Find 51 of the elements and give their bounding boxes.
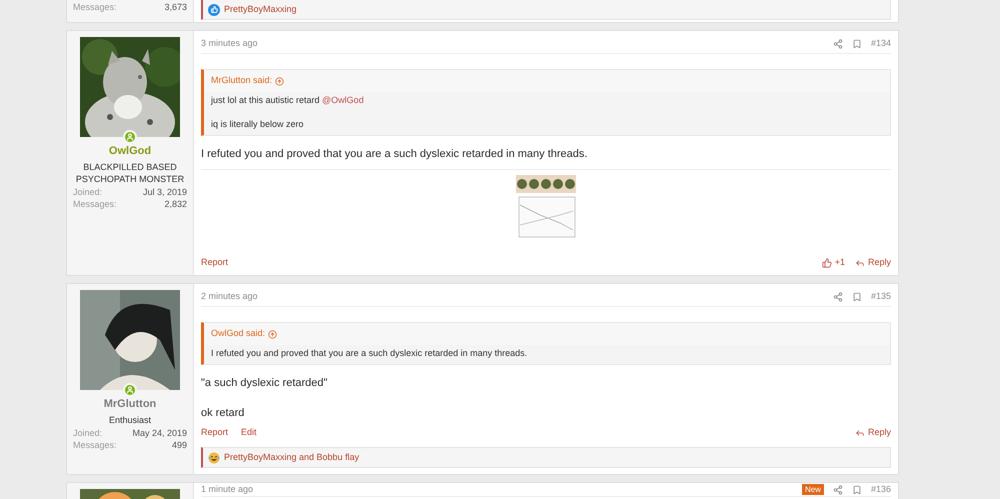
user-title: BLACKPILLED BASED PSYCHOPATH MONSTER [74,160,186,184]
quote-text: iq is literally below zero [211,118,305,131]
post-time[interactable]: 2 minutes ago [201,290,258,304]
post-number[interactable]: #136 [870,482,891,496]
stat-value: 3,673 [164,1,187,13]
bookmark-icon[interactable] [852,484,862,494]
post-time[interactable]: 3 minutes ago [201,36,258,50]
reply-button[interactable]: Reply [854,426,891,440]
stat-label: Messages: [73,438,117,450]
user-title: Enthusiast [108,414,152,426]
username[interactable]: OwlGod [108,143,152,160]
quote-author-link[interactable]: OwlGod said: [211,327,266,341]
new-badge: New [802,484,824,495]
thumbs-up-icon [822,258,832,268]
stat-value: Jul 3, 2019 [142,186,187,198]
share-icon[interactable] [832,38,843,48]
reply-icon [854,258,865,268]
like-reaction-icon [208,4,220,16]
bookmark-icon[interactable] [852,292,862,302]
post-number[interactable]: #135 [870,290,891,304]
reaction-users-link[interactable]: PrettyBoyMaxxing [224,2,297,16]
action-link[interactable]: Edit [241,426,257,440]
stat-label: Messages: [73,198,117,210]
action-link[interactable]: Report [201,256,228,270]
reply-icon [854,428,865,438]
quote-text: I refuted you and proved that you are a such dyslexic retarded in many threads. [211,347,528,360]
jump-to-quote-icon[interactable] [275,76,284,86]
action-link[interactable]: Report [201,426,228,440]
post-text: "a such dyslexic retarded" [201,376,328,391]
stat-value: May 24, 2019 [132,426,187,438]
stat-value: 2,832 [164,198,187,210]
reaction-users-link[interactable]: PrettyBoyMaxxing and Bobbu flay [224,450,360,464]
share-icon[interactable] [832,292,843,302]
jump-to-quote-icon[interactable] [268,330,278,338]
stat-value: 499 [172,438,187,450]
stat-label: Messages: [73,1,117,13]
laughing-emoji-icon [208,452,220,464]
post-number[interactable]: #134 [870,36,891,50]
bookmark-icon[interactable] [852,38,862,48]
post-text: I refuted you and proved that you are a such dyslexic retarded in many threads. [201,147,588,162]
stat-label: Joined: [73,186,102,198]
quote-text: just lol at this autistic retard @OwlGod [211,94,365,107]
post-time[interactable]: 1 minute ago [201,482,254,496]
mention-link[interactable]: @OwlGod [322,95,364,105]
quote-author-link[interactable]: MrGlutton said: [211,74,272,88]
username[interactable]: MrGlutton [104,396,156,412]
stat-label: Joined: [73,426,102,438]
like-button[interactable]: +1 [822,256,845,270]
post-text: ok retard [201,406,246,420]
share-icon[interactable] [832,484,843,494]
reply-button[interactable]: Reply [854,256,891,270]
